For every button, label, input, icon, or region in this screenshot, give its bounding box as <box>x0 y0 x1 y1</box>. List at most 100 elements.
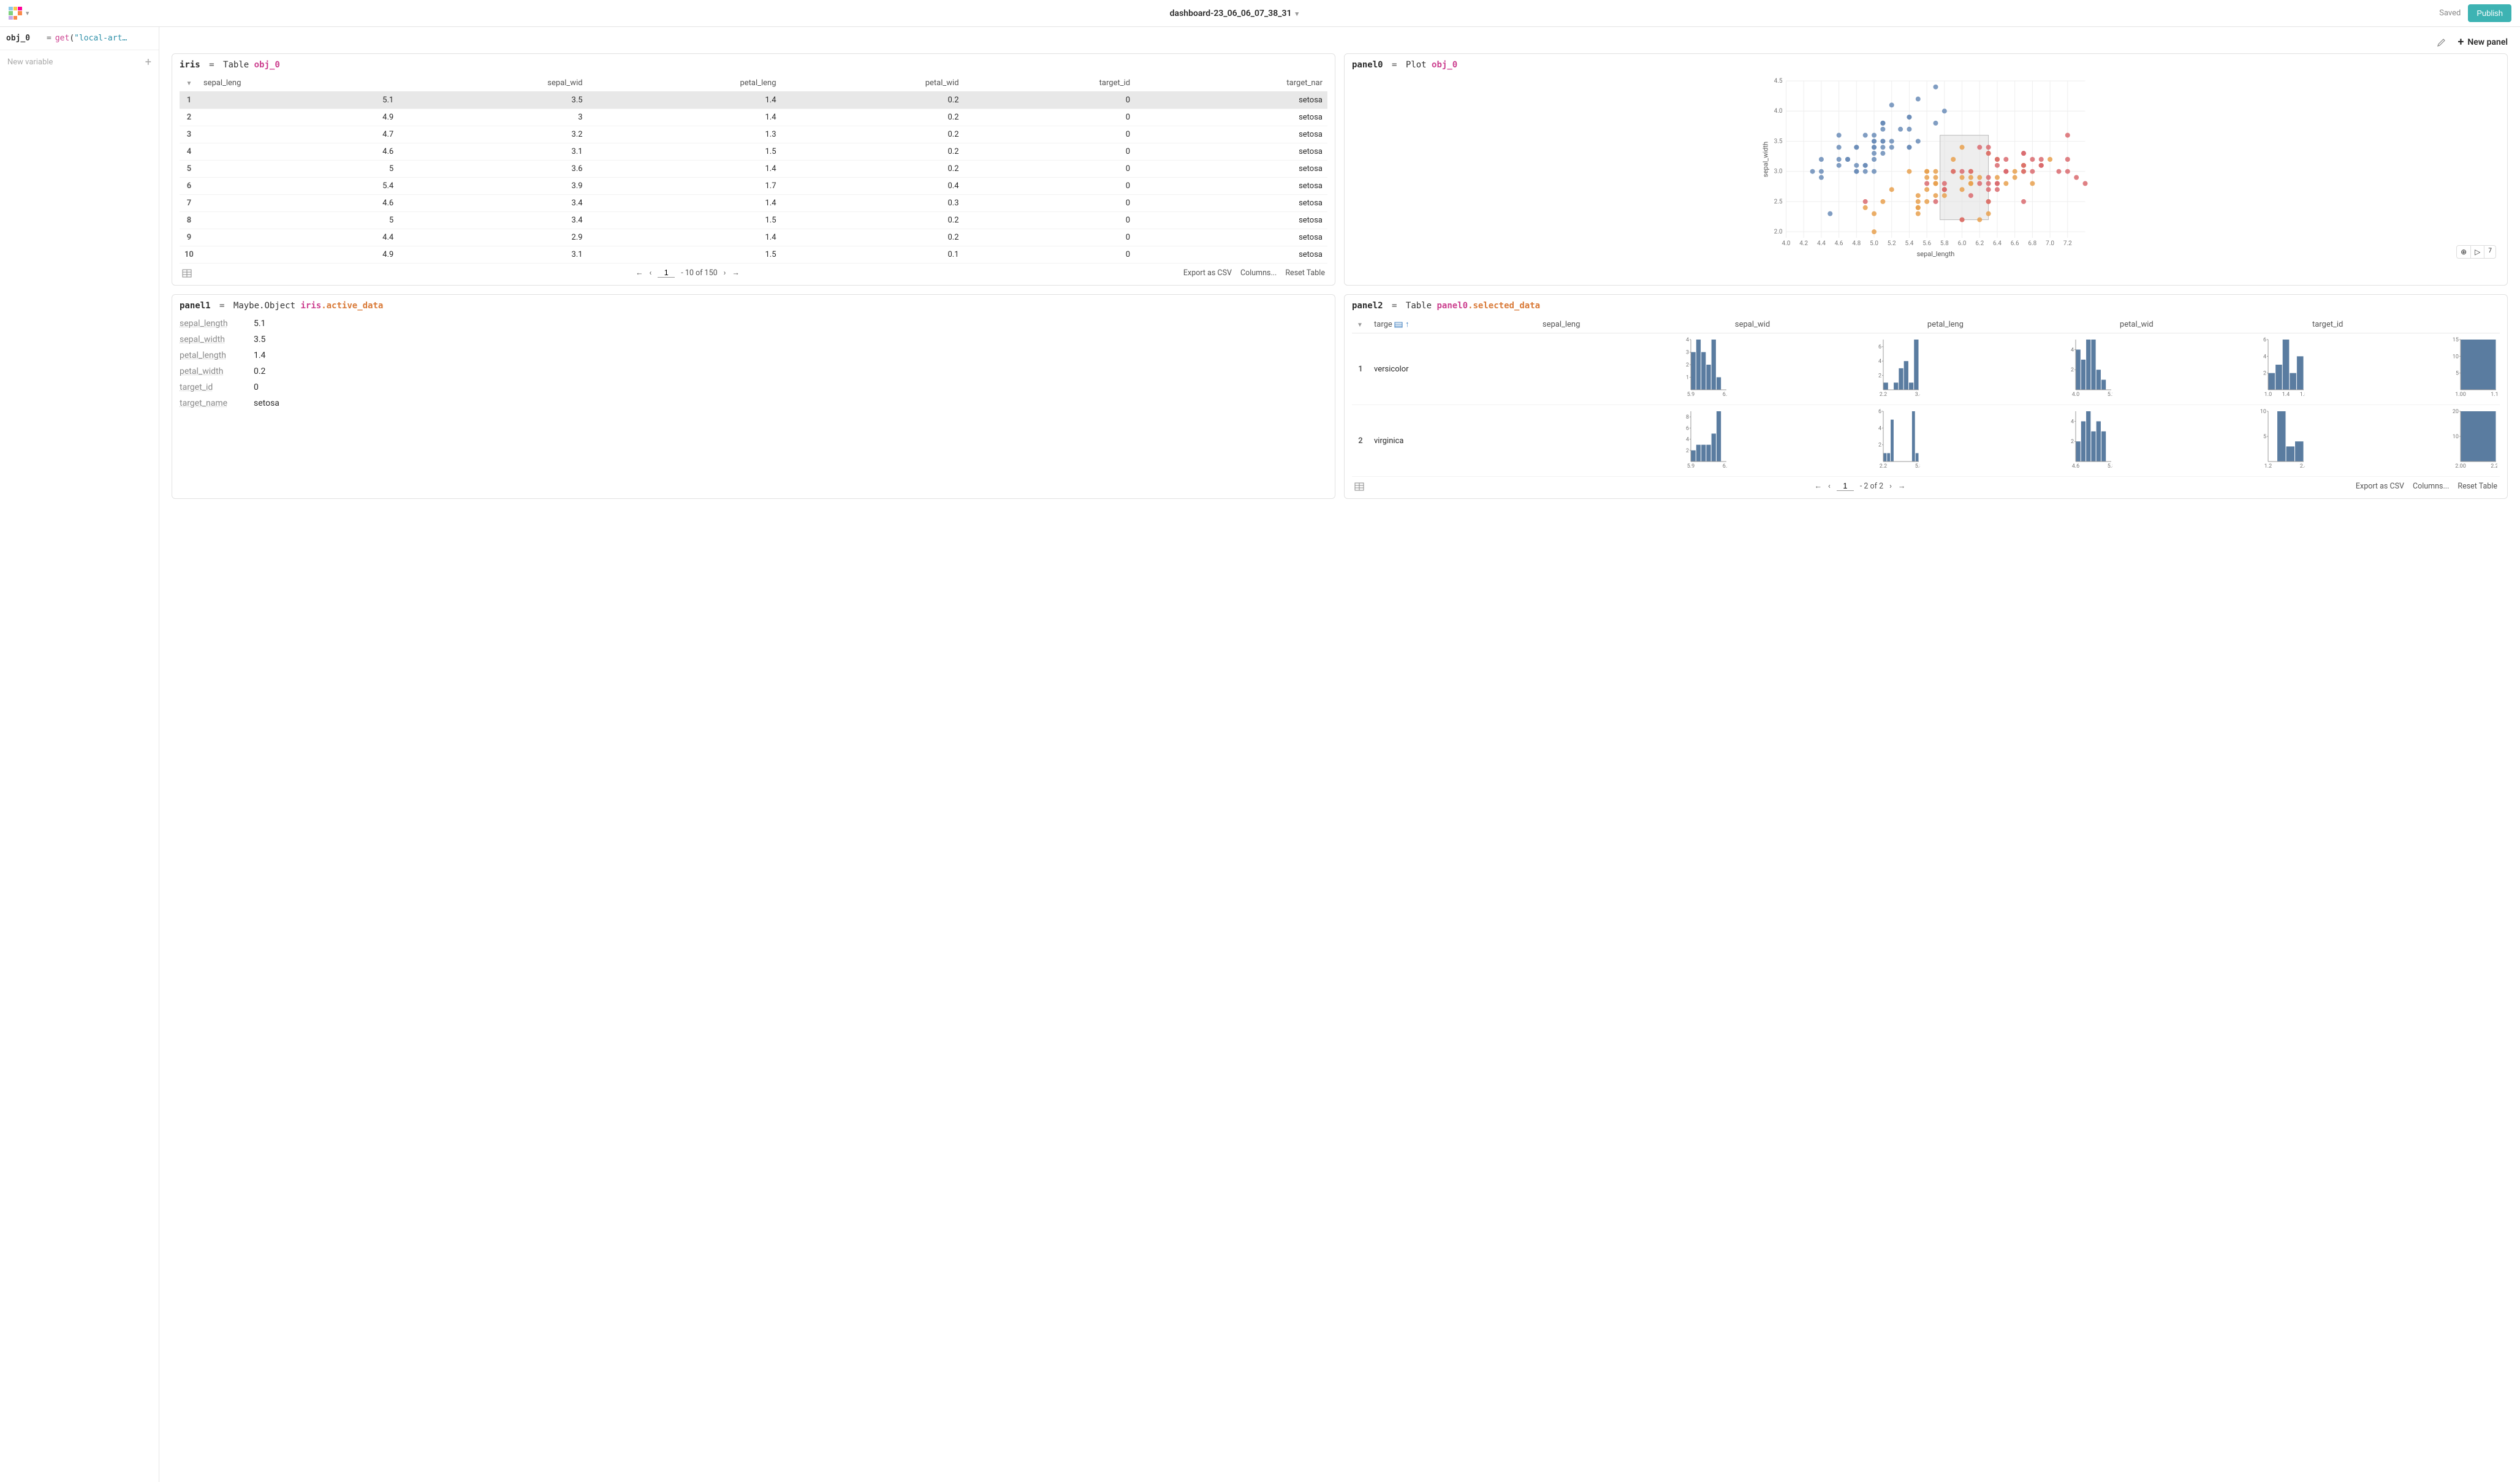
table-row[interactable]: 2virginica24685.96.52462.25.8244.65.8510… <box>1352 405 2500 477</box>
cell: setosa <box>1135 109 1327 126</box>
table-row[interactable]: 24.931.40.20setosa <box>180 109 1327 126</box>
column-header[interactable]: targe ↑ <box>1369 316 1538 333</box>
prev-page-button[interactable]: ‹ <box>1828 482 1831 491</box>
table-icon[interactable] <box>182 269 192 278</box>
scatter-plot[interactable]: 4.04.24.44.64.85.05.25.45.65.86.06.26.46… <box>1352 75 2500 261</box>
cursor-icon[interactable]: ▷ <box>2471 246 2484 258</box>
svg-text:2.2: 2.2 <box>1880 463 1888 469</box>
svg-text:7.2: 7.2 <box>2063 240 2072 247</box>
column-header[interactable]: sepal_leng <box>1538 316 1730 333</box>
field-value: 0 <box>254 382 259 392</box>
edit-icon[interactable] <box>2437 37 2446 47</box>
panel-header[interactable]: panel2 = Table panel0.selected_data <box>1352 301 2500 311</box>
svg-text:4: 4 <box>1878 425 1881 431</box>
cell: 3 <box>180 126 199 143</box>
cell: setosa <box>1135 161 1327 178</box>
cell: 0 <box>964 178 1136 195</box>
new-panel-button[interactable]: + New panel <box>2457 36 2508 48</box>
svg-text:3.5: 3.5 <box>1774 138 1783 145</box>
export-csv-button[interactable]: Export as CSV <box>2356 482 2404 491</box>
reset-table-button[interactable]: Reset Table <box>2457 482 2497 491</box>
page-input[interactable] <box>1837 482 1854 491</box>
filter-icon[interactable]: ▼ <box>186 80 192 87</box>
panel-header[interactable]: panel1 = Maybe.Object iris.active_data <box>180 301 1327 311</box>
svg-text:6.4: 6.4 <box>1993 240 2002 247</box>
cell: 0 <box>964 212 1136 229</box>
svg-text:7.0: 7.0 <box>2046 240 2054 247</box>
svg-text:5.8: 5.8 <box>1915 463 1920 469</box>
table-row[interactable]: 44.63.11.50.20setosa <box>180 143 1327 161</box>
app-logo[interactable] <box>9 7 22 20</box>
dashboard-title[interactable]: dashboard-23_06_06_07_38_31▾ <box>29 9 2440 18</box>
row-index: 2 <box>1352 405 1369 477</box>
table-icon[interactable] <box>1354 482 1364 491</box>
table-row[interactable]: 94.42.91.40.20setosa <box>180 229 1327 246</box>
svg-text:4: 4 <box>1686 337 1689 343</box>
table-row[interactable]: 853.41.50.20setosa <box>180 212 1327 229</box>
column-header[interactable]: target_nar <box>1135 75 1327 92</box>
columns-button[interactable]: Columns... <box>1240 268 1277 278</box>
svg-text:5.9: 5.9 <box>1687 463 1695 469</box>
more-icon[interactable]: 7 <box>2484 246 2495 258</box>
column-header[interactable]: petal_wid <box>2115 316 2307 333</box>
table-row[interactable]: 65.43.91.70.40setosa <box>180 178 1327 195</box>
table-row[interactable]: 1versicolor12345.96.52462.23.4244.05.224… <box>1352 333 2500 405</box>
panel1: panel1 = Maybe.Object iris.active_data s… <box>172 294 1335 499</box>
panel2: panel2 = Table panel0.selected_data ▼ tar… <box>1344 294 2508 499</box>
cell: 0 <box>964 109 1136 126</box>
panel0: panel0 = Plot obj_0 4.04.24.44.64.85.05.… <box>1344 53 2508 286</box>
column-header[interactable]: petal_wid <box>781 75 964 92</box>
table-row[interactable]: 104.93.11.50.10setosa <box>180 246 1327 264</box>
table-row[interactable]: 34.73.21.30.20setosa <box>180 126 1327 143</box>
cell: 1.5 <box>588 143 781 161</box>
prev-page-button[interactable]: ‹ <box>650 268 652 278</box>
column-header[interactable]: sepal_wid <box>1730 316 1922 333</box>
next-page-button[interactable]: › <box>724 268 726 278</box>
cell: 1.4 <box>588 229 781 246</box>
svg-text:sepal_width: sepal_width <box>1762 142 1770 177</box>
cell: 1 <box>180 92 199 109</box>
svg-text:2.20: 2.20 <box>2491 463 2497 469</box>
column-header[interactable]: petal_leng <box>588 75 781 92</box>
svg-text:1.8: 1.8 <box>2300 392 2305 398</box>
new-variable-button[interactable]: New variable + <box>0 50 159 74</box>
last-page-button[interactable]: → <box>732 268 740 278</box>
export-csv-button[interactable]: Export as CSV <box>1183 268 1232 278</box>
panel-header[interactable]: iris = Table obj_0 <box>180 60 1327 70</box>
svg-text:5.8: 5.8 <box>1940 240 1949 247</box>
cell: 5 <box>180 161 199 178</box>
filter-icon[interactable]: ▼ <box>1357 322 1363 329</box>
variable-obj_0[interactable]: obj_0 = get("local-art… <box>0 27 159 50</box>
cell: 0.2 <box>781 229 964 246</box>
sidebar: obj_0 = get("local-art… New variable + <box>0 27 159 1482</box>
cell: 1.4 <box>588 195 781 212</box>
column-header[interactable]: target_id <box>964 75 1136 92</box>
cell: 1.7 <box>588 178 781 195</box>
last-page-button[interactable]: → <box>1898 482 1906 491</box>
column-header[interactable]: target_id <box>2307 316 2500 333</box>
publish-button[interactable]: Publish <box>2468 4 2511 22</box>
table-row[interactable]: 74.63.41.40.30setosa <box>180 195 1327 212</box>
column-header[interactable]: petal_leng <box>1922 316 2115 333</box>
cell: setosa <box>1135 229 1327 246</box>
first-page-button[interactable]: ← <box>1815 482 1823 491</box>
table-row[interactable]: 15.13.51.40.20setosa <box>180 92 1327 109</box>
reset-table-button[interactable]: Reset Table <box>1285 268 1325 278</box>
svg-text:2.4: 2.4 <box>2300 463 2305 469</box>
panel-header[interactable]: panel0 = Plot obj_0 <box>1352 60 2500 70</box>
field-key: petal_width <box>180 367 238 376</box>
page-input[interactable] <box>658 268 675 278</box>
svg-text:2: 2 <box>2263 371 2266 377</box>
cell: 4.6 <box>199 195 398 212</box>
first-page-button[interactable]: ← <box>636 268 643 278</box>
cell: 9 <box>180 229 199 246</box>
table-row[interactable]: 553.61.40.20setosa <box>180 161 1327 178</box>
svg-text:4.5: 4.5 <box>1774 78 1783 85</box>
svg-text:4.0: 4.0 <box>2072 392 2080 398</box>
next-page-button[interactable]: › <box>1889 482 1892 491</box>
columns-button[interactable]: Columns... <box>2413 482 2449 491</box>
zoom-icon[interactable]: ⊕ <box>2457 246 2471 258</box>
column-header[interactable]: sepal_leng <box>199 75 398 92</box>
column-header[interactable]: sepal_wid <box>398 75 587 92</box>
svg-text:3.4: 3.4 <box>1915 392 1920 398</box>
